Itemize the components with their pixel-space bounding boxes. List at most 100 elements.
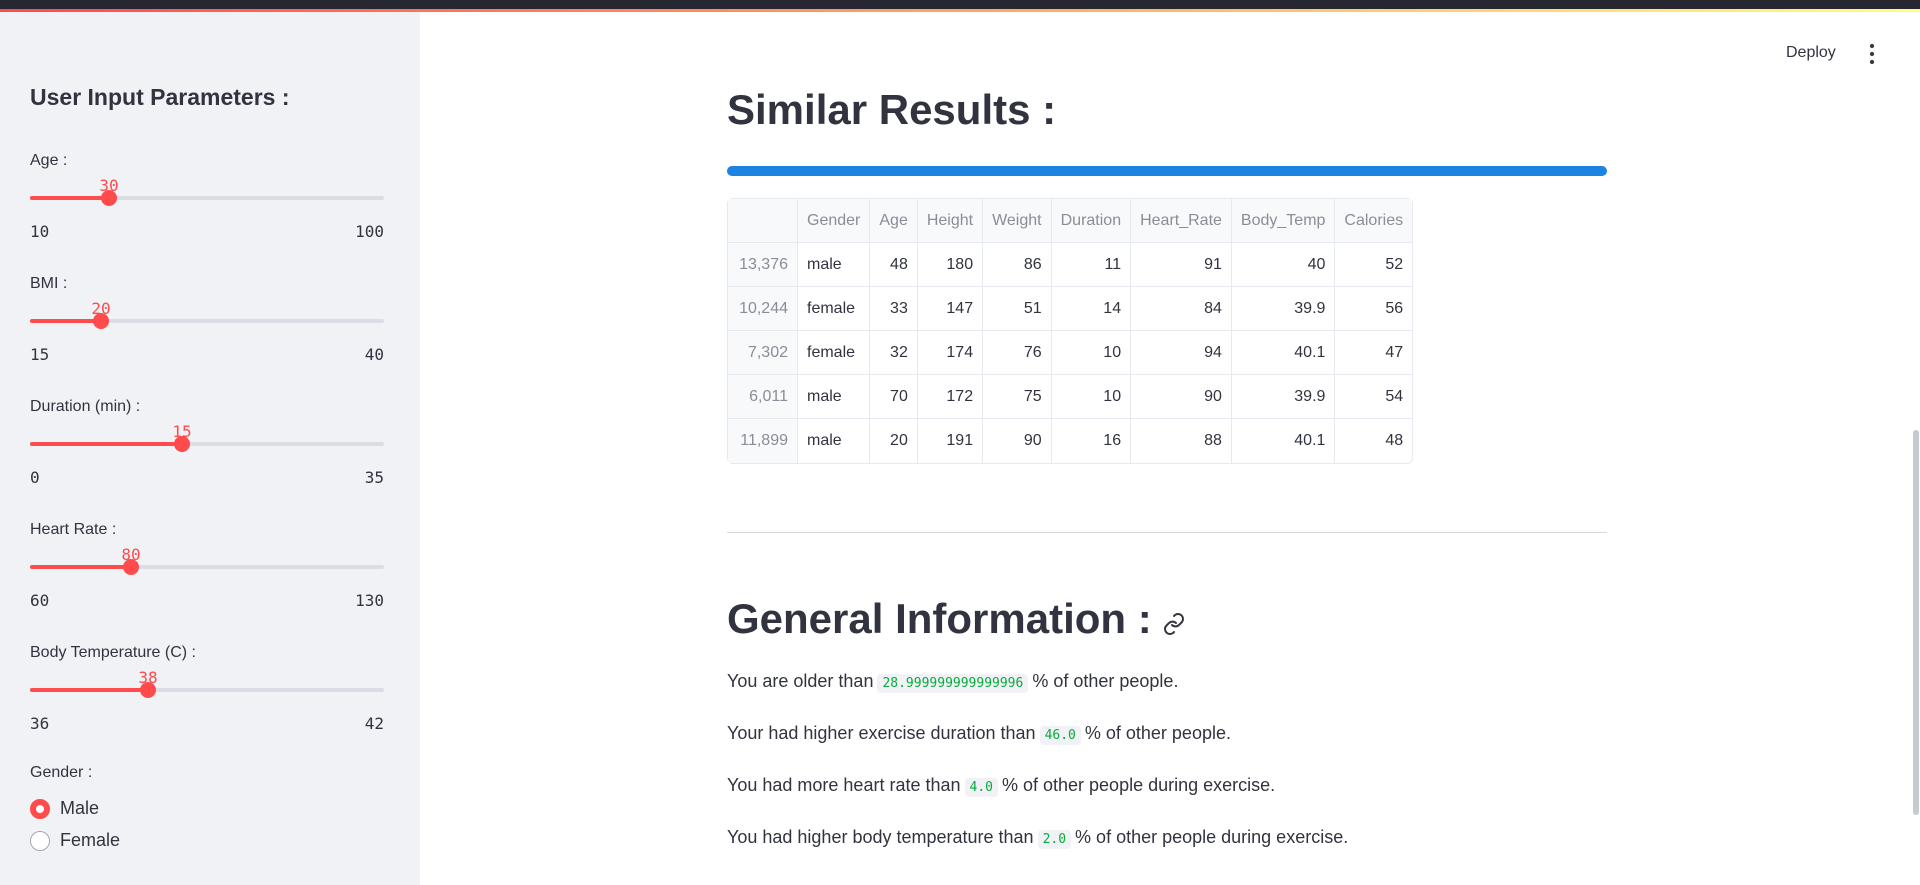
table-cell: 51 — [983, 287, 1052, 331]
row-index: 10,244 — [728, 287, 798, 331]
slider-min: 15 — [30, 345, 50, 364]
progress-bar-fill — [727, 166, 1607, 176]
table-cell: 84 — [1131, 287, 1232, 331]
general-information-title: General Information : — [727, 595, 1152, 642]
table-cell: 40 — [1231, 243, 1336, 287]
sidebar-title: User Input Parameters : — [30, 84, 290, 110]
column-header[interactable]: Heart_Rate — [1131, 199, 1232, 243]
column-header[interactable]: Age — [870, 199, 918, 243]
table-cell: 174 — [917, 331, 984, 375]
slider-thumb[interactable] — [123, 559, 139, 575]
info-value: 2.0 — [1037, 830, 1072, 849]
slider-thumb[interactable] — [93, 313, 109, 329]
parameter-slider[interactable]: Duration (min) :15 0 35 — [30, 398, 384, 498]
info-line: You are older than 28.999999999999996% of… — [727, 671, 1179, 693]
progress-bar — [727, 166, 1607, 176]
info-text: % of other people. — [1084, 723, 1231, 743]
parameter-slider[interactable]: Body Temperature (C) :38 36 42 — [30, 644, 384, 744]
table-cell: male — [798, 375, 871, 419]
table-cell: male — [798, 419, 871, 463]
slider-max: 130 — [355, 591, 384, 610]
table-row[interactable]: 11,899 male 20 191 90 16 88 40.1 48 — [728, 419, 1412, 463]
divider — [727, 532, 1607, 533]
column-header[interactable] — [728, 199, 798, 243]
general-information-heading: General Information : — [727, 595, 1186, 646]
table-cell: 48 — [1385, 432, 1404, 449]
slider-fill — [30, 565, 131, 569]
slider-fill — [30, 442, 182, 446]
info-line: You had higher body temperature than 2.0%… — [727, 827, 1349, 849]
table-cell: 40.1 — [1231, 331, 1336, 375]
row-index: 7,302 — [728, 331, 798, 375]
table-cell: 14 — [1051, 287, 1132, 331]
table-row[interactable]: 7,302 female 32 174 76 10 94 40.1 47 — [728, 331, 1413, 375]
info-value: 4.0 — [964, 778, 998, 797]
table-cell: 16 — [1052, 419, 1132, 463]
parameter-slider[interactable]: BMI :20 15 40 — [30, 275, 384, 375]
kebab-menu-icon[interactable] — [1866, 44, 1878, 64]
table-cell: 56 — [1335, 287, 1413, 331]
table-cell: 10 — [1051, 331, 1132, 375]
row-index: 6,011 — [728, 375, 798, 419]
table-cell: 172 — [917, 375, 984, 419]
slider-label: Body Temperature (C) : — [30, 644, 196, 661]
table-cell: 90 — [983, 419, 1052, 463]
slider-track[interactable] — [30, 682, 384, 698]
column-header[interactable]: Duration — [1051, 199, 1132, 243]
info-text: % of other people during exercise. — [1075, 827, 1349, 847]
slider-fill — [30, 196, 109, 200]
kebab-dot — [1870, 52, 1874, 56]
parameter-slider[interactable]: Age :30 10 100 — [30, 152, 384, 252]
slider-track[interactable] — [30, 559, 384, 575]
gender-radio-female[interactable]: Female — [30, 830, 120, 851]
similar-results-table[interactable]: Gender Age Height Weight Duration Heart_Rate B… — [727, 198, 1414, 464]
slider-track[interactable] — [30, 313, 384, 329]
slider-max: 100 — [355, 222, 384, 241]
slider-track[interactable] — [30, 190, 384, 206]
table-cell: 47 — [1335, 331, 1413, 375]
table-row[interactable]: 10,244 female 33 147 51 14 84 39.9 56 — [728, 287, 1413, 331]
link-icon[interactable] — [1162, 598, 1186, 646]
slider-min: 0 — [30, 468, 40, 487]
column-header[interactable]: Gender — [798, 199, 871, 243]
table-cell: 20 — [870, 419, 918, 463]
radio-circle[interactable] — [30, 830, 50, 851]
column-header[interactable]: Weight — [983, 199, 1052, 243]
slider-max: 42 — [364, 714, 384, 733]
slider-thumb[interactable] — [140, 682, 156, 698]
table-cell: 94 — [1131, 331, 1232, 375]
table-cell: 70 — [870, 375, 918, 419]
table-cell: 75 — [983, 375, 1052, 419]
column-header[interactable]: Calories — [1335, 199, 1413, 243]
radio-circle[interactable] — [30, 798, 50, 819]
slider-track[interactable] — [30, 436, 384, 452]
table-cell: 32 — [870, 331, 918, 375]
column-header[interactable]: Body_Temp — [1231, 199, 1336, 243]
scrollbar-thumb[interactable] — [1913, 430, 1919, 815]
deploy-button[interactable]: Deploy — [1786, 44, 1836, 62]
parameter-slider[interactable]: Heart Rate :80 60 130 — [30, 521, 384, 621]
radio-label: Male — [60, 798, 100, 818]
table-cell: 33 — [870, 287, 918, 331]
column-header[interactable]: Height — [917, 199, 984, 243]
gender-radio-male[interactable]: Male — [30, 798, 99, 819]
table-cell: 11 — [1051, 243, 1132, 287]
table-row[interactable]: 13,376 male 48 180 86 11 91 40 52 — [728, 243, 1413, 287]
slider-min: 36 — [30, 714, 50, 733]
slider-fill — [30, 688, 148, 692]
info-value: 46.0 — [1039, 726, 1081, 745]
gender-label: Gender : — [30, 764, 93, 781]
table-cell: 147 — [917, 287, 984, 331]
table-cell: 10 — [1051, 375, 1132, 419]
table-cell: 180 — [917, 243, 984, 287]
table-cell: 86 — [983, 243, 1052, 287]
slider-thumb[interactable] — [174, 436, 190, 452]
info-text: % of other people. — [1032, 671, 1179, 691]
slider-fill — [30, 319, 101, 323]
table-row[interactable]: 6,011 male 70 172 75 10 90 39.9 54 — [728, 375, 1413, 419]
slider-label: Age : — [30, 152, 68, 169]
slider-thumb[interactable] — [101, 190, 117, 206]
top-decoration-bar — [0, 0, 1920, 12]
table-cell: 76 — [983, 331, 1052, 375]
table-cell: 39.9 — [1231, 287, 1336, 331]
